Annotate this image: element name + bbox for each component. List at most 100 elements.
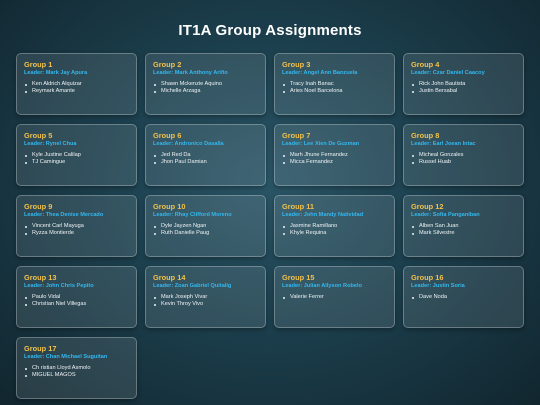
member-item: Ruth Danielle Paug [153, 230, 258, 237]
member-list: Dave Noda [411, 294, 516, 301]
group-card: Group 9 Leader: Thea Denise Mercado Vincen… [16, 195, 137, 257]
group-leader: Leader: Thea Denise Mercado [24, 212, 104, 218]
member-item: Valerie Ferrer [282, 294, 387, 301]
member-item: Kevin Throy Vivo [153, 301, 258, 308]
member-list: Rick John Bautista Justin Bersabal [411, 81, 516, 96]
member-item: Ken Aldrich Alquizar [24, 81, 129, 88]
group-leader: Leader: John Mandy Natividad [282, 212, 364, 218]
group-name: Group 5 [24, 131, 53, 140]
member-item: Ryzza Montierde [24, 230, 129, 237]
member-item: Reymark Amante [24, 88, 129, 95]
member-list: Vincent Carl Mayuga Ryzza Montierde [24, 223, 129, 238]
group-card: Group 2 Leader: Mark Anthony Ariño Shawn M… [145, 53, 266, 115]
group-card: Group 5 Leader: Rynel Chua Kyle Justine Ca… [16, 124, 137, 186]
member-list: Ken Aldrich Alquizar Reymark Amante [24, 81, 129, 96]
member-list: Ch ristian Lloyd Asmolo MIGUEL MAGOS [24, 365, 129, 380]
member-item: Mark Silvestre [411, 230, 516, 237]
group-card: Group 13 Leader: John Chris Pepito Paulo V… [16, 266, 137, 328]
member-list: Tracy Inah Banac Aries Noel Barcelona [282, 81, 387, 96]
member-list: Micheal Gonzales Russel Huab [411, 152, 516, 167]
group-name: Group 9 [24, 202, 53, 211]
group-grid: Group 1 Leader: Mark Jay Apura Ken Aldrich… [16, 53, 524, 399]
member-item: Alben San Juan [411, 223, 516, 230]
group-card: Group 3 Leader: Angel Ann Banzuela Tracy I… [274, 53, 395, 115]
member-item: Jhon Paul Damian [153, 159, 258, 166]
group-leader: Leader: Rhay Clifford Moreno [153, 212, 232, 218]
group-card: Group 15 Leader: Julian Allyson Robelo Val… [274, 266, 395, 328]
group-leader: Leader: Zoan Gabriel Quitalig [153, 283, 232, 289]
group-card: Group 10 Leader: Rhay Clifford Moreno Dyle… [145, 195, 266, 257]
group-card: Group 11 Leader: John Mandy Natividad Jasm… [274, 195, 395, 257]
member-list: Dyle Jayzen Ngan Ruth Danielle Paug [153, 223, 258, 238]
member-list: Mark Joseph Vivar Kevin Throy Vivo [153, 294, 258, 309]
member-item: Khyle Requina [282, 230, 387, 237]
member-item: Jasmine Ramillano [282, 223, 387, 230]
member-item: MIGUEL MAGOS [24, 372, 129, 379]
member-item: Paulo Vidal [24, 294, 129, 301]
member-item: Dave Noda [411, 294, 516, 301]
group-leader: Leader: Angel Ann Banzuela [282, 70, 358, 76]
member-list: Jasmine Ramillano Khyle Requina [282, 223, 387, 238]
group-leader: Leader: Rynel Chua [24, 141, 77, 147]
group-name: Group 14 [153, 273, 186, 282]
group-name: Group 2 [153, 60, 182, 69]
member-item: Shawn Mckenzie Aquino [153, 81, 258, 88]
group-leader: Leader: Julian Allyson Robelo [282, 283, 362, 289]
group-name: Group 11 [282, 202, 315, 211]
member-item: Jed Red Da [153, 152, 258, 159]
member-list: Alben San Juan Mark Silvestre [411, 223, 516, 238]
member-list: Kyle Justine Calilap TJ Camingue [24, 152, 129, 167]
group-leader: Leader: Mark Jay Apura [24, 70, 88, 76]
member-item: Justin Bersabal [411, 88, 516, 95]
group-leader: Leader: Andronico Dasalla [153, 141, 224, 147]
member-list: Marh Jhune Fernandez Micca Fernandez [282, 152, 387, 167]
member-item: Micca Fernandez [282, 159, 387, 166]
group-name: Group 6 [153, 131, 182, 140]
group-name: Group 17 [24, 344, 57, 353]
member-item: Kyle Justine Calilap [24, 152, 129, 159]
group-leader: Leader: Earl Joean Intac [411, 141, 476, 147]
group-card: Group 16 Leader: Justin Soria Dave Noda [403, 266, 524, 328]
member-item: Russel Huab [411, 159, 516, 166]
group-name: Group 12 [411, 202, 444, 211]
member-item: Marh Jhune Fernandez [282, 152, 387, 159]
member-item: Christian Niel Villegas [24, 301, 129, 308]
member-item: TJ Camingue [24, 159, 129, 166]
member-item: Mark Joseph Vivar [153, 294, 258, 301]
member-item: Aries Noel Barcelona [282, 88, 387, 95]
member-item: Micheal Gonzales [411, 152, 516, 159]
member-list: Shawn Mckenzie Aquino Michelle Arzaga [153, 81, 258, 96]
group-name: Group 3 [282, 60, 311, 69]
group-name: Group 4 [411, 60, 440, 69]
group-name: Group 16 [411, 273, 444, 282]
group-leader: Leader: Czar Daniel Caacoy [411, 70, 485, 76]
member-item: Dyle Jayzen Ngan [153, 223, 258, 230]
group-card: Group 14 Leader: Zoan Gabriel Quitalig Mar… [145, 266, 266, 328]
group-name: Group 7 [282, 131, 311, 140]
group-leader: Leader: Chan Michael Suguitan [24, 354, 108, 360]
group-card: Group 4 Leader: Czar Daniel Caacoy Rick Jo… [403, 53, 524, 115]
member-item: Rick John Bautista [411, 81, 516, 88]
group-leader: Leader: Mark Anthony Ariño [153, 70, 228, 76]
group-card: Group 7 Leader: Lee Xien De Guzman Marh Jh… [274, 124, 395, 186]
member-list: Jed Red Da Jhon Paul Damian [153, 152, 258, 167]
group-name: Group 8 [411, 131, 440, 140]
member-list: Paulo Vidal Christian Niel Villegas [24, 294, 129, 309]
group-leader: Leader: Sofia Panganiban [411, 212, 480, 218]
group-name: Group 15 [282, 273, 315, 282]
group-leader: Leader: Lee Xien De Guzman [282, 141, 360, 147]
member-item: Michelle Arzaga [153, 88, 258, 95]
member-item: Vincent Carl Mayuga [24, 223, 129, 230]
group-card: Group 1 Leader: Mark Jay Apura Ken Aldrich… [16, 53, 137, 115]
member-list: Valerie Ferrer [282, 294, 387, 301]
group-card: Group 17 Leader: Chan Michael Suguitan Ch … [16, 337, 137, 399]
group-name: Group 10 [153, 202, 186, 211]
group-card: Group 12 Leader: Sofia Panganiban Alben Sa… [403, 195, 524, 257]
group-leader: Leader: John Chris Pepito [24, 283, 94, 289]
group-leader: Leader: Justin Soria [411, 283, 465, 289]
member-item: Tracy Inah Banac [282, 81, 387, 88]
group-card: Group 6 Leader: Andronico Dasalla Jed Red … [145, 124, 266, 186]
group-card: Group 8 Leader: Earl Joean Intac Micheal G… [403, 124, 524, 186]
group-name: Group 1 [24, 60, 53, 69]
group-name: Group 13 [24, 273, 57, 282]
